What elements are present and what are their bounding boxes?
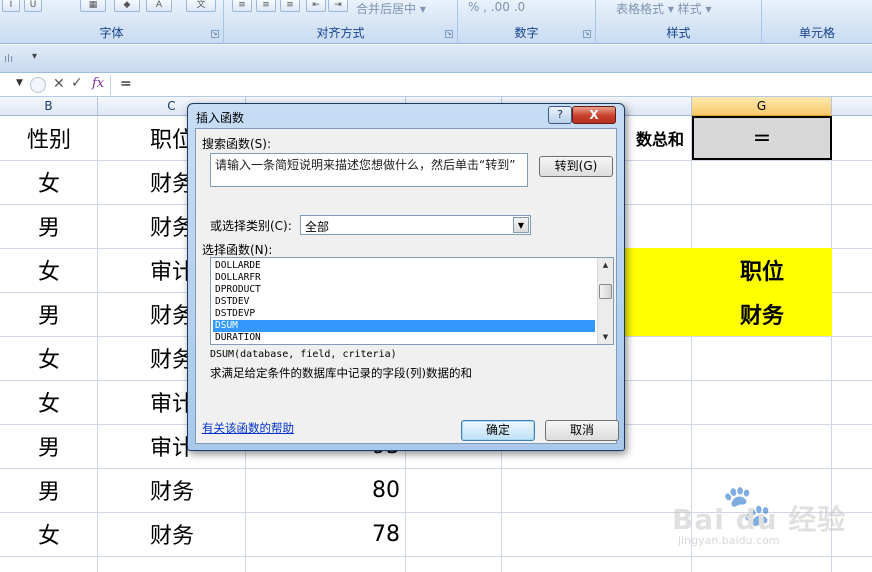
styles-group-label: 样式 [666,26,691,40]
styles-group: 样式 [596,0,762,44]
cell-gender[interactable]: 女 [0,160,98,204]
formula-bar-handle[interactable] [30,77,46,93]
column-header-h[interactable] [832,97,872,116]
confirm-entry-icon[interactable]: ✓ [71,75,83,91]
dialog-body: 搜索函数(S): 请输入一条简短说明来描述您想做什么，然后单击“转到” 转到(G… [195,128,619,444]
cell-gender[interactable]: 男 [0,424,98,468]
cancel-entry-icon[interactable]: ✕ [53,76,65,92]
help-button[interactable]: ? [548,106,572,124]
number-group-label: 数字 [514,26,539,40]
grid-line [0,556,872,557]
watermark-url: jingyan.baidu.com [678,534,780,547]
dropdown-arrow-icon[interactable]: ▼ [513,217,529,233]
function-item-selected[interactable]: DSUM [213,320,595,332]
formula-input[interactable]: = [120,76,132,92]
function-list[interactable]: DOLLARDE DOLLARFR DPRODUCT DSTDEV DSTDEV… [210,257,614,345]
divider [110,75,111,95]
goto-button[interactable]: 转到(G) [539,156,613,177]
insert-function-icon[interactable]: fx [92,76,104,91]
dialog-launcher-icon[interactable]: ↘ [583,30,591,38]
quick-access-bar: ılı ▾ [0,45,872,73]
cancel-button[interactable]: 取消 [545,420,619,441]
function-item[interactable]: DSTDEVP [213,308,595,320]
cell-gender[interactable]: 女 [0,380,98,424]
function-list-scrollbar[interactable]: ▲ ▼ [597,258,613,344]
function-signature: DSUM(database, field, criteria) [210,349,397,360]
search-label: 搜索函数(S): [202,137,272,151]
category-select[interactable]: 全部 ▼ [300,215,531,235]
alignment-group: 对齐方式 ↘ [224,0,458,44]
chart-icon[interactable]: ılı [4,52,13,65]
category-label: 或选择类别(C): [210,219,292,233]
dialog-title: 插入函数 [196,111,245,125]
cell-position[interactable]: 财务 [98,512,246,556]
scroll-down-icon[interactable]: ▼ [598,330,613,344]
formula-bar: ▼ ✕ ✓ fx = [0,73,872,97]
customize-arrow-icon[interactable]: ▾ [32,51,37,62]
function-list-label: 选择函数(N): [202,243,273,257]
scroll-up-icon[interactable]: ▲ [598,258,613,272]
cell-gender[interactable]: 女 [0,512,98,556]
category-value: 全部 [305,220,330,234]
function-item[interactable]: DOLLARDE [213,260,595,272]
cell-gender[interactable]: 女 [0,336,98,380]
close-button[interactable]: X [572,106,616,124]
cell-position[interactable]: 财务 [98,468,246,512]
scroll-thumb[interactable] [599,284,612,299]
function-help-link[interactable]: 有关该函数的帮助 [202,420,294,436]
cells-group-label: 单元格 [798,26,835,40]
column-header-g[interactable]: G [692,97,832,116]
function-item[interactable]: DOLLARFR [213,272,595,284]
cell-gender[interactable]: 男 [0,204,98,248]
ribbon: I U ▦ ◆ A 文 字体 ↘ ≡ ≡ ≡ ⇤ ⇥ 合并后居中 ▾ 对齐方式 … [0,0,872,44]
active-cell-g[interactable]: = [692,116,832,160]
cell-gender[interactable]: 男 [0,292,98,336]
cells-group: 单元格 [762,0,872,44]
criteria-header-cell[interactable]: 职位 [692,248,832,292]
font-group-label: 字体 [99,26,124,40]
function-item[interactable]: DSTDEV [213,296,595,308]
cell-gender[interactable]: 男 [0,468,98,512]
column-header-b[interactable]: B [0,97,98,116]
alignment-group-label: 对齐方式 [316,26,365,40]
name-box-dropdown-icon[interactable]: ▼ [16,78,23,88]
dialog-launcher-icon[interactable]: ↘ [445,30,453,38]
criteria-value-cell[interactable]: 财务 [692,292,832,336]
ok-button[interactable]: 确定 [461,420,535,441]
function-item[interactable]: DURATION [213,332,595,344]
cell-gender[interactable]: 女 [0,248,98,292]
number-group: 数字 ↘ [458,0,596,44]
insert-function-dialog: 插入函数 ? X 搜索函数(S): 请输入一条简短说明来描述您想做什么，然后单击… [187,103,625,451]
search-input[interactable]: 请输入一条简短说明来描述您想做什么，然后单击“转到” [210,153,528,187]
watermark-brand: Bai du 经验 [672,503,847,536]
cell-score[interactable]: 80 [246,468,404,512]
baidu-watermark: 🐾 Bai du 经验 jingyan.baidu.com [668,478,868,548]
cell-gender-header[interactable]: 性别 [0,116,98,160]
font-group: 字体 ↘ [0,0,224,44]
function-description: 求满足给定条件的数据库中记录的字段(列)数据的和 [210,366,472,380]
function-item[interactable]: DPRODUCT [213,284,595,296]
dialog-launcher-icon[interactable]: ↘ [211,30,219,38]
cell-score[interactable]: 78 [246,512,404,556]
